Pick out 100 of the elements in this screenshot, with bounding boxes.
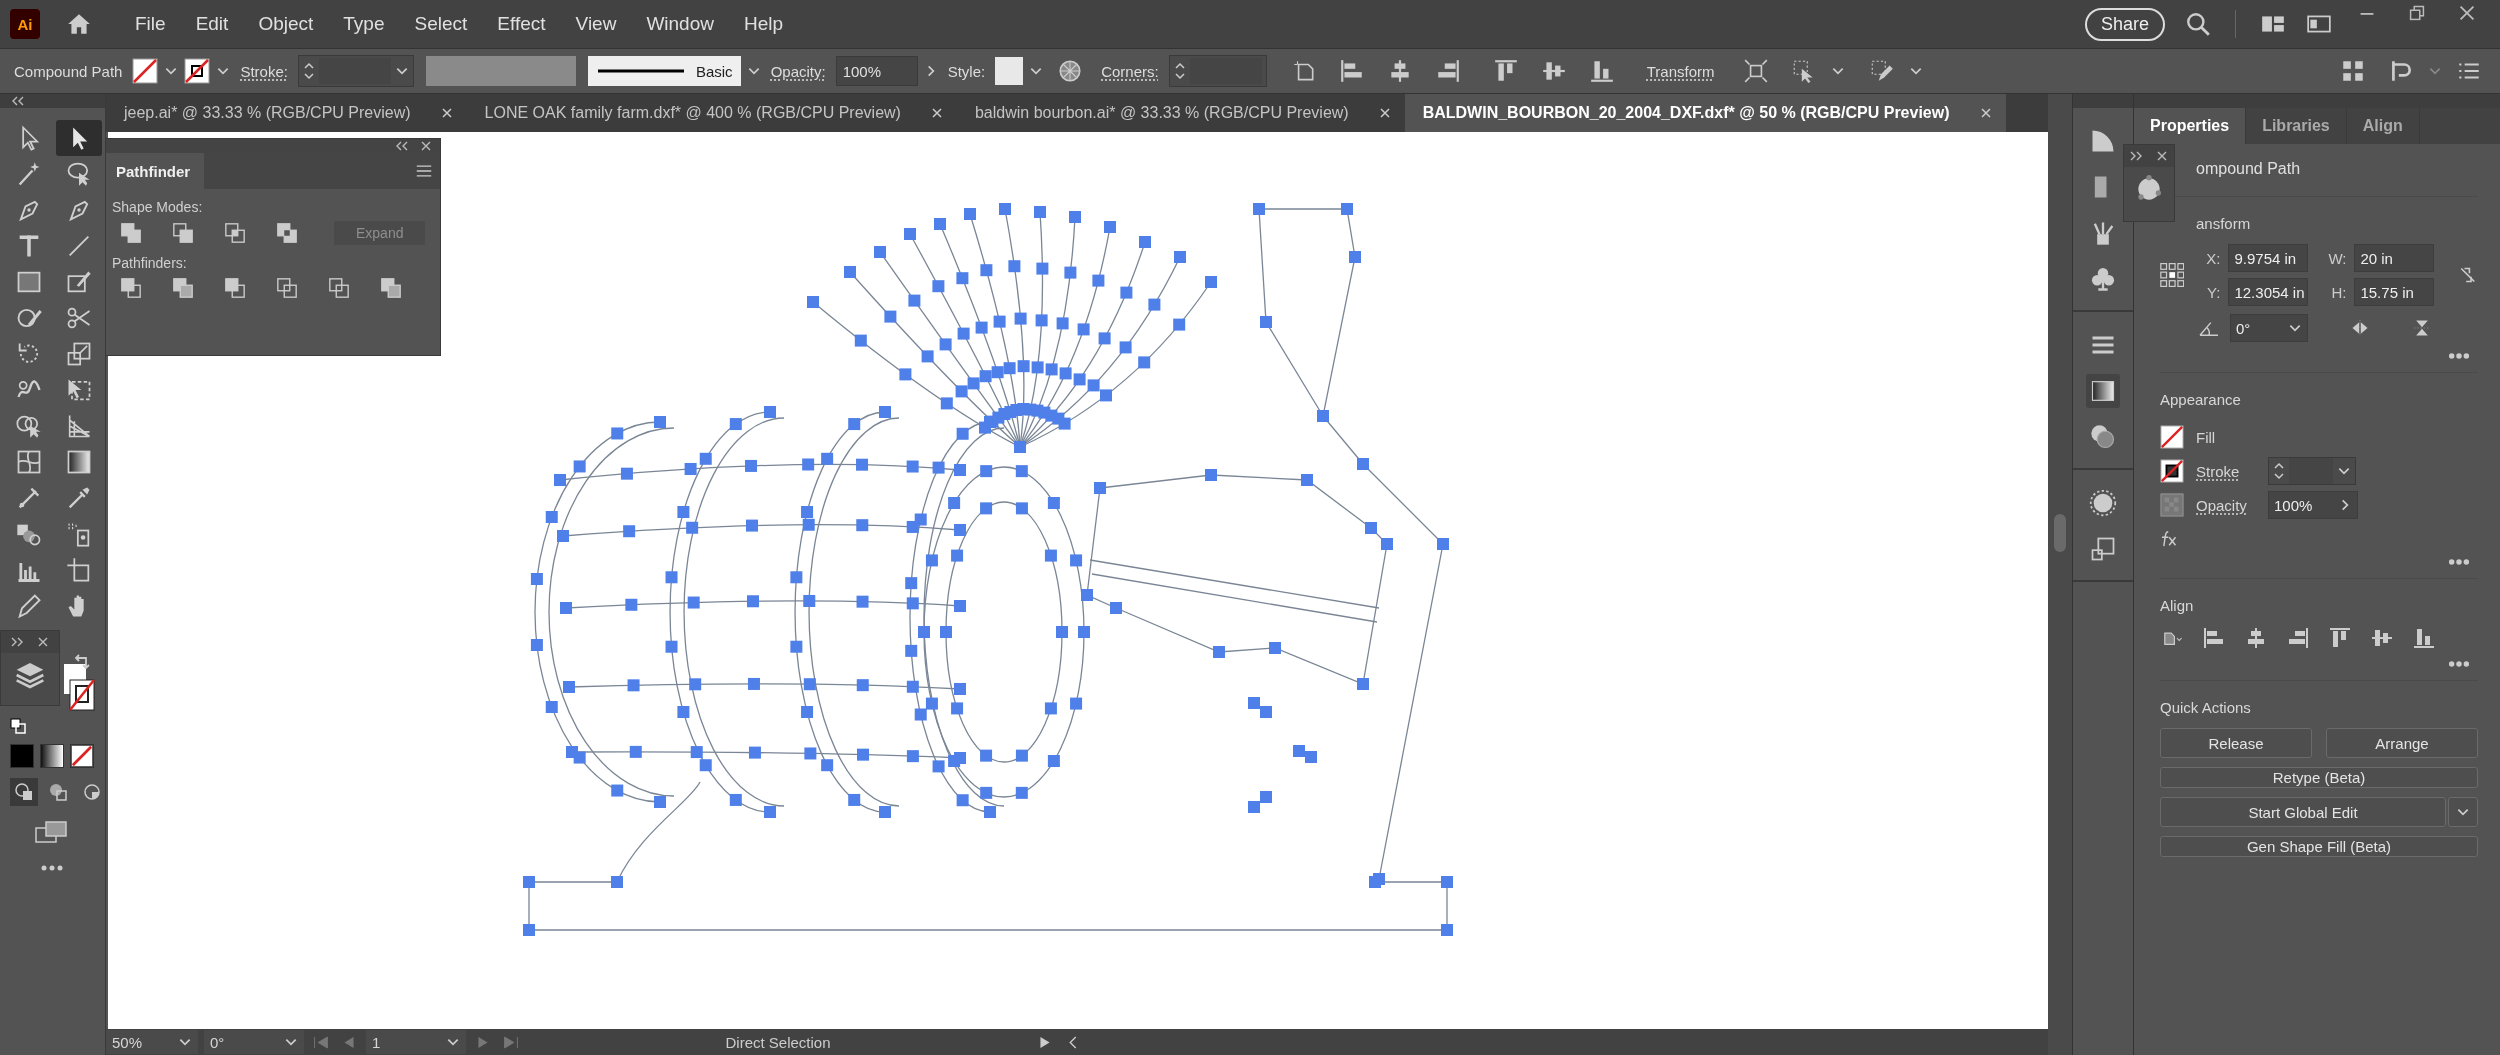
document-tab[interactable]: LONE OAK family farm.dxf* @ 400 % (RGB/CPU Preview) [466, 94, 957, 132]
stroke-weight-field[interactable] [2268, 457, 2356, 485]
stroke-swatch-icon[interactable] [2160, 459, 2184, 483]
more-options-icon[interactable] [2448, 558, 2470, 566]
gradient-icon [65, 448, 93, 476]
stroke-swatch-icon[interactable] [184, 58, 211, 84]
search-icon[interactable] [2185, 11, 2211, 37]
y-field[interactable]: 12.3054 in [2228, 278, 2309, 306]
arrange-grid-icon[interactable] [2340, 58, 2366, 84]
close-icon [1979, 107, 1992, 119]
shape-mode-icon[interactable] [172, 222, 194, 244]
align-bottom-icon[interactable] [1588, 58, 1615, 84]
pathfinder-op-icon[interactable] [276, 277, 298, 299]
expand-icon[interactable] [2128, 151, 2144, 161]
menu-item[interactable]: Edit [182, 13, 242, 35]
collapse-icon[interactable] [394, 141, 410, 151]
opacity-label[interactable]: Opacity: [770, 62, 826, 80]
gen-shape-fill-button[interactable]: Gen Shape Fill (Beta) [2160, 836, 2478, 857]
shape-mode-icon[interactable] [224, 222, 246, 244]
current-tool-label: Direct Selection [724, 1033, 832, 1051]
share-button[interactable]: Share [2084, 7, 2165, 41]
corners-field[interactable] [1168, 55, 1267, 87]
opacity-field[interactable]: 100% [2268, 491, 2358, 519]
fill-none-swatch-icon[interactable] [2160, 425, 2184, 449]
app-logo[interactable]: Ai [10, 9, 40, 39]
shape-mode-icon[interactable] [120, 222, 142, 244]
none-mode-icon[interactable] [70, 744, 94, 768]
pathfinder-op-icon[interactable] [328, 277, 350, 299]
document-tab[interactable]: BALDWIN_BOURBON_20_2004_DXF.dxf* @ 50 % (RGB/CPU Preview) [1404, 94, 2006, 132]
opacity-label[interactable]: Opacity [2196, 496, 2256, 514]
gradient-icon[interactable] [2086, 374, 2120, 408]
menu-item[interactable]: Type [330, 13, 398, 35]
pathfinder-op-icon[interactable] [172, 277, 194, 299]
menu-item[interactable]: Object [245, 13, 327, 35]
zoom-field[interactable]: 50% [106, 1030, 198, 1054]
pathfinder-op-icon[interactable] [380, 277, 402, 299]
expand-icon[interactable] [9, 637, 25, 647]
menu-item[interactable]: View [562, 13, 630, 35]
panel-tab[interactable]: Libraries [2246, 108, 2347, 144]
close-icon [440, 107, 453, 119]
arrange-button[interactable]: Arrange [2326, 728, 2478, 758]
reference-point-icon[interactable] [2160, 260, 2185, 290]
draw-normal-icon[interactable] [10, 778, 38, 806]
corners-label[interactable]: Corners: [1101, 62, 1159, 80]
stroke-weight-field[interactable] [297, 55, 414, 87]
global-edit-button[interactable]: Start Global Edit [2160, 797, 2446, 827]
dropdown-button[interactable] [2448, 797, 2478, 827]
align-right-icon[interactable] [2286, 626, 2310, 650]
menu-item[interactable]: Effect [484, 13, 559, 35]
align-bottom-icon[interactable] [2412, 626, 2436, 650]
more-tools-icon[interactable] [40, 864, 64, 872]
height-field[interactable]: 15.75 in [2354, 278, 2435, 306]
align-top-icon[interactable] [1492, 58, 1519, 84]
section-label: Shape Modes: [111, 198, 204, 217]
shape-mode-icon[interactable] [276, 222, 298, 244]
menu-item[interactable]: Select [401, 13, 481, 35]
width-field[interactable]: 20 in [2354, 244, 2435, 272]
release-button[interactable]: Release [2160, 728, 2312, 758]
swap-arrow-icon[interactable] [72, 652, 92, 672]
menu-item[interactable]: Help [730, 13, 797, 35]
panel-tab[interactable]: Properties [2134, 108, 2247, 144]
graphic-style-swatch[interactable] [995, 57, 1024, 85]
fill-none-swatch-icon[interactable] [132, 58, 159, 84]
x-label: X: [2205, 249, 2221, 267]
retype-button[interactable]: Retype (Beta) [2160, 767, 2478, 788]
checkerboard-icon[interactable] [2160, 493, 2184, 517]
gradient-mode-button[interactable] [40, 744, 64, 768]
x-field[interactable]: 9.9754 in [2228, 244, 2309, 272]
color-mode-button[interactable] [10, 744, 34, 768]
pathfinder-op-icon[interactable] [224, 277, 246, 299]
align-left-icon[interactable] [1338, 58, 1365, 84]
stroke-label[interactable]: Stroke [2196, 462, 2256, 480]
document-tab[interactable]: baldwin bourbon.ai* @ 33.33 % (RGB/CPU Preview) [956, 94, 1405, 132]
more-options-icon[interactable] [2448, 660, 2470, 668]
isolate-icon[interactable] [1742, 58, 1769, 84]
fill-stroke-swatches-icon[interactable] [62, 662, 96, 712]
document-tab[interactable]: jeep.ai* @ 33.33 % (RGB/CPU Preview) [106, 94, 467, 132]
align-top-icon[interactable] [2328, 626, 2352, 650]
menu-icon[interactable] [416, 165, 432, 177]
panel-tab[interactable]: Pathfinder [106, 153, 205, 189]
pathfinder-op-icon[interactable] [120, 277, 142, 299]
screen-mode-icon[interactable] [34, 820, 68, 844]
rotation-field[interactable]: 0° [204, 1030, 304, 1054]
scrollbar-thumb[interactable] [2054, 514, 2066, 552]
tool-button[interactable] [56, 120, 102, 156]
opacity-field[interactable]: 100% [835, 56, 918, 86]
menu-item[interactable]: File [122, 13, 179, 35]
variable-width-field[interactable] [425, 56, 576, 86]
stroke-label[interactable]: Stroke: [240, 62, 288, 80]
angle-field[interactable]: 0° [2230, 314, 2308, 342]
close-icon [1378, 107, 1391, 119]
menu-item[interactable]: Window [633, 13, 727, 35]
default-colors-icon[interactable] [10, 718, 26, 734]
brush-definition-field[interactable]: Basic [587, 56, 741, 86]
collapse-icon[interactable] [10, 96, 26, 106]
artboard-number-field[interactable]: 1 [366, 1030, 466, 1054]
align-left-icon[interactable] [2202, 626, 2226, 650]
panel-tab[interactable]: Align [2346, 108, 2420, 144]
more-options-icon[interactable] [2448, 352, 2470, 360]
transform-link[interactable]: Transform [1646, 62, 1715, 80]
